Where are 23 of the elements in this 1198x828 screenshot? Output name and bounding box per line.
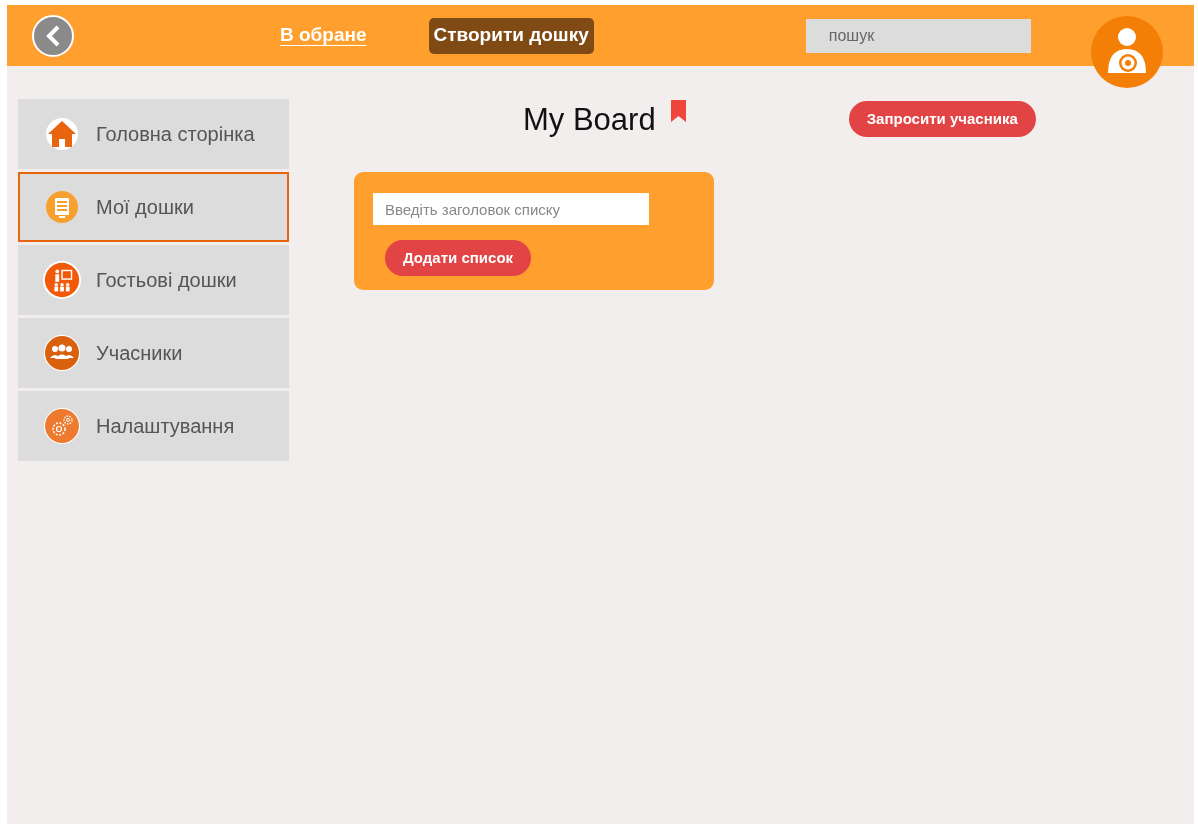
- add-list-button[interactable]: Додати список: [385, 240, 532, 276]
- presentation-icon: [42, 259, 82, 301]
- sidebar-item-label: Гостьові дошки: [96, 268, 237, 293]
- list-title-field[interactable]: Введіть заголовок списку: [373, 193, 649, 225]
- sidebar-item-label: Учасники: [96, 341, 183, 366]
- back-button[interactable]: [32, 14, 74, 57]
- house-icon: [45, 117, 79, 151]
- create-board-button[interactable]: Створити дошку: [428, 17, 594, 54]
- sidebar-item-label: Головна сторінка: [96, 122, 255, 147]
- sidebar-item[interactable]: Налаштування: [18, 391, 289, 461]
- board-icon: [45, 190, 79, 224]
- sidebar-item[interactable]: Головна сторінка: [18, 99, 289, 169]
- search-field[interactable]: пошук: [805, 18, 1031, 53]
- sidebar-item-label: Налаштування: [96, 414, 235, 439]
- chevron-left-icon: [45, 24, 61, 47]
- sidebar-item[interactable]: Мої дошки: [18, 172, 289, 242]
- sidebar-item[interactable]: Учасники: [18, 318, 289, 388]
- board-title: My Board: [523, 101, 656, 135]
- gears-icon: [43, 407, 81, 445]
- group-icon: [43, 334, 81, 372]
- invite-member-button[interactable]: Запросити учасника: [848, 101, 1036, 137]
- sidebar-item-label: Мої дошки: [96, 195, 194, 220]
- sidebar-item[interactable]: Гостьові дошки: [18, 245, 289, 315]
